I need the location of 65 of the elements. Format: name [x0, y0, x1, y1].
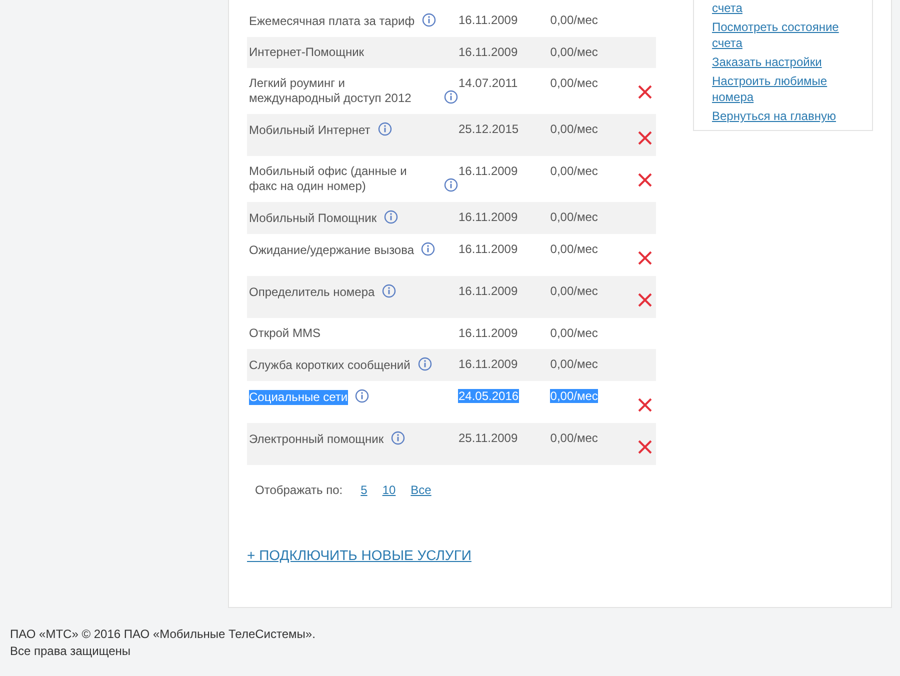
- pager-label: Отображать по:: [255, 482, 343, 499]
- service-date: 25.12.2015: [458, 122, 519, 136]
- service-date: 16.11.2009: [458, 242, 518, 256]
- sidebar-link[interactable]: Вернуться на главную: [712, 108, 854, 124]
- service-date: 16.11.2009: [458, 284, 518, 298]
- sidebar-link[interactable]: счета: [712, 0, 854, 16]
- service-name: Легкий роуминг и международный доступ 2012: [249, 76, 412, 106]
- service-date: 16.11.2009: [458, 326, 518, 340]
- service-date: 24.05.2016: [458, 389, 519, 403]
- service-date: 16.11.2009: [458, 357, 518, 371]
- service-date: 16.11.2009: [458, 164, 518, 178]
- sidebar-link[interactable]: Настроить любимые номера: [712, 73, 854, 105]
- service-name: Мобильный офис (данные и факс на один номер): [249, 164, 408, 194]
- info-icon[interactable]: [421, 242, 436, 256]
- service-name: Мобильный Помощник: [249, 211, 377, 226]
- service-date: 25.11.2009: [458, 431, 518, 445]
- delete-icon[interactable]: [638, 131, 652, 145]
- service-date: 16.11.2009: [458, 45, 518, 59]
- delete-icon[interactable]: [638, 398, 652, 412]
- service-price: 0,00/мес: [550, 326, 598, 340]
- service-name: Социальные сети: [249, 390, 348, 405]
- service-price: 0,00/мес: [550, 13, 598, 27]
- page-size-link[interactable]: Все: [410, 481, 432, 499]
- service-price: 0,00/мес: [550, 389, 598, 403]
- service-name: Открой MMS: [249, 326, 320, 341]
- service-price: 0,00/мес: [550, 357, 598, 371]
- service-name: Интернет-Помощник: [249, 45, 364, 60]
- info-icon[interactable]: [384, 210, 398, 224]
- info-icon[interactable]: [444, 178, 458, 192]
- service-price: 0,00/мес: [550, 164, 598, 178]
- info-icon[interactable]: [354, 389, 369, 403]
- service-price: 0,00/мес: [550, 45, 598, 59]
- service-name: Ожидание/удержание вызова: [249, 243, 414, 258]
- delete-icon[interactable]: [638, 85, 652, 99]
- sidebar-link[interactable]: Посмотреть состояние счета: [712, 19, 854, 51]
- delete-icon[interactable]: [638, 293, 652, 307]
- service-price: 0,00/мес: [550, 122, 598, 136]
- add-services-link[interactable]: + ПОДКЛЮЧИТЬ НОВЫЕ УСЛУГИ: [247, 545, 472, 566]
- info-icon[interactable]: [390, 431, 405, 445]
- service-name: Определитель номера: [249, 285, 375, 300]
- service-name: Служба коротких сообщений: [249, 358, 410, 373]
- service-price: 0,00/мес: [550, 210, 598, 224]
- service-name: Электронный помощник: [249, 432, 384, 447]
- delete-icon[interactable]: [638, 173, 652, 187]
- footer-text: Все права защищены: [10, 643, 132, 660]
- page-size-link[interactable]: 5: [360, 481, 368, 499]
- service-price: 0,00/мес: [550, 76, 598, 90]
- page-size-link[interactable]: 10: [382, 481, 396, 499]
- service-price: 0,00/мес: [550, 242, 598, 256]
- service-date: 14.07.2011: [458, 76, 518, 90]
- delete-icon[interactable]: [638, 440, 652, 454]
- service-date: 16.11.2009: [458, 210, 518, 224]
- delete-icon[interactable]: [638, 251, 652, 265]
- service-date: 16.11.2009: [458, 13, 518, 27]
- info-icon[interactable]: [444, 90, 458, 104]
- info-icon[interactable]: [418, 357, 432, 371]
- info-icon[interactable]: [382, 284, 396, 298]
- service-name: Ежемесячная плата за тариф: [249, 14, 415, 29]
- sidebar-link[interactable]: Заказать настройки: [712, 54, 854, 70]
- service-name: Мобильный Интернет: [249, 123, 370, 138]
- footer-text: ПАО «МТС» © 2016 ПАО «Мобильные ТелеСистемы».: [10, 626, 316, 643]
- service-price: 0,00/мес: [550, 284, 598, 298]
- info-icon[interactable]: [422, 13, 436, 27]
- service-price: 0,00/мес: [550, 431, 598, 445]
- info-icon[interactable]: [378, 122, 392, 136]
